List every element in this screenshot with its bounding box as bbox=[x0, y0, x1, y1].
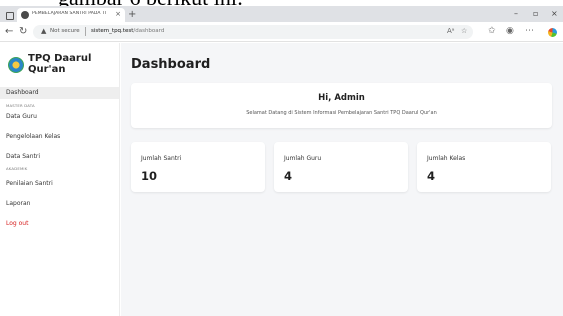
stat-label: Jumlah Guru bbox=[284, 155, 322, 162]
url-path: /dashboard bbox=[133, 28, 165, 34]
sidebar-item-laporan[interactable]: Laporan bbox=[0, 198, 119, 210]
browser-tab-bar: PEMBELAJARAN SANTRI PADA TI × + – ▫ × bbox=[0, 6, 563, 22]
logout-link[interactable]: Log out bbox=[0, 218, 119, 230]
stat-card-guru: Jumlah Guru 4 bbox=[274, 142, 408, 192]
favorites-icon[interactable]: ✩ bbox=[488, 26, 496, 37]
sidebar-item-data-guru[interactable]: Data Guru bbox=[0, 111, 119, 123]
stat-card-santri: Jumlah Santri 10 bbox=[131, 142, 265, 192]
reload-icon[interactable]: ↻ bbox=[19, 26, 27, 37]
close-window-button[interactable]: × bbox=[551, 10, 558, 18]
url-text: sistem_tpq.test/dashboard bbox=[91, 28, 164, 34]
address-bar[interactable]: ▲ Not secure sistem_tpq.test/dashboard A… bbox=[33, 25, 473, 39]
edge-logo-icon[interactable] bbox=[548, 28, 557, 37]
back-icon[interactable]: ← bbox=[5, 26, 13, 37]
sidebar-menu: Dashboard MASTER DATA Data Guru Pengelol… bbox=[0, 87, 119, 230]
welcome-title: Hi, Admin bbox=[318, 93, 365, 103]
sidebar: TPQ Daarul Qur'an Dashboard MASTER DATA … bbox=[0, 43, 120, 316]
profile-icon[interactable]: ◉ bbox=[506, 26, 514, 37]
main-content: Dashboard Hi, Admin Selamat Datang di Si… bbox=[121, 43, 563, 316]
stat-label: Jumlah Kelas bbox=[427, 155, 466, 162]
sidebar-item-penilaian-santri[interactable]: Penilaian Santri bbox=[0, 178, 119, 190]
tab-close-icon[interactable]: × bbox=[115, 10, 121, 18]
more-menu-icon[interactable]: ⋯ bbox=[525, 26, 534, 37]
section-akademik: AKADEMIK bbox=[6, 166, 28, 171]
tab-title: PEMBELAJARAN SANTRI PADA TI bbox=[32, 11, 107, 16]
stat-value: 4 bbox=[427, 169, 436, 183]
new-tab-button[interactable]: + bbox=[128, 10, 136, 20]
stat-label: Jumlah Santri bbox=[141, 155, 182, 162]
stat-value: 4 bbox=[284, 169, 293, 183]
browser-tab[interactable]: PEMBELAJARAN SANTRI PADA TI × bbox=[17, 8, 125, 22]
favorite-star-icon[interactable]: ☆ bbox=[461, 27, 467, 36]
browser-toolbar: ← ↻ ▲ Not secure sistem_tpq.test/dashboa… bbox=[0, 22, 563, 42]
welcome-subtitle: Selamat Datang di Sistem Informasi Pembe… bbox=[246, 110, 437, 116]
url-host: sistem_tpq.test bbox=[91, 28, 134, 34]
welcome-card: Hi, Admin Selamat Datang di Sistem Infor… bbox=[131, 83, 552, 128]
maximize-button[interactable]: ▫ bbox=[533, 10, 538, 18]
sidebar-item-dashboard[interactable]: Dashboard bbox=[0, 87, 119, 99]
read-aloud-icon[interactable]: Aᵃ bbox=[447, 27, 455, 36]
tpq-logo-icon bbox=[8, 57, 24, 73]
brand-title: TPQ Daarul Qur'an bbox=[28, 53, 92, 75]
warning-icon: ▲ bbox=[41, 27, 47, 35]
page-title: Dashboard bbox=[131, 57, 211, 72]
stat-card-kelas: Jumlah Kelas 4 bbox=[417, 142, 551, 192]
not-secure-label: Not secure bbox=[50, 28, 80, 34]
tab-favicon-icon bbox=[21, 11, 29, 19]
sidebar-item-pengelolaan-kelas[interactable]: Pengelolaan Kelas bbox=[0, 131, 119, 143]
window-menu-icon[interactable] bbox=[3, 9, 14, 20]
sidebar-item-data-santri[interactable]: Data Santri bbox=[0, 151, 119, 163]
minimize-button[interactable]: – bbox=[514, 10, 518, 18]
stat-value: 10 bbox=[141, 169, 158, 183]
section-master-data: MASTER DATA bbox=[6, 103, 35, 108]
